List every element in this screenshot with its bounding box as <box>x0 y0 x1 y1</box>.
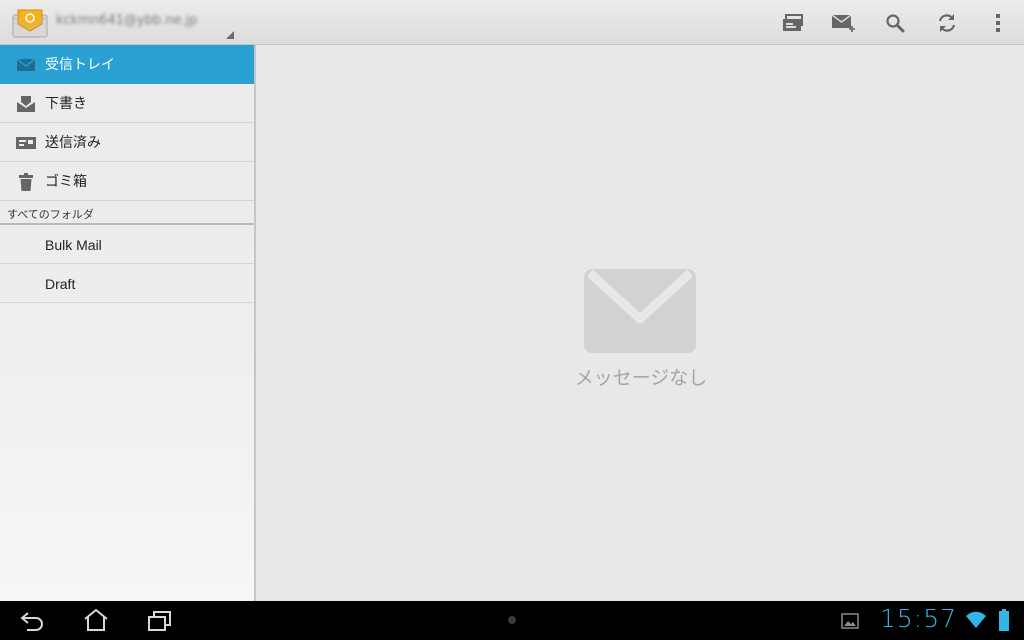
sidebar-item-trash[interactable]: ゴミ箱 <box>0 162 254 201</box>
search-button[interactable] <box>873 0 917 45</box>
image-icon <box>841 613 859 629</box>
trash-icon <box>16 172 36 192</box>
folder-sidebar: 受信トレイ 下書き 送信済み ゴミ箱 すべてのフォルダ Bulk Mail Dr… <box>0 45 256 601</box>
battery-indicator <box>990 606 1018 634</box>
back-icon <box>20 612 43 631</box>
recent-apps-button[interactable] <box>140 607 180 635</box>
battery-icon <box>999 609 1009 631</box>
refresh-button[interactable] <box>925 0 969 45</box>
status-clock: 15:57 <box>880 604 958 633</box>
screenshot-notification[interactable] <box>830 607 870 635</box>
empty-state-text: メッセージなし <box>574 367 708 389</box>
wifi-icon <box>966 611 986 628</box>
sidebar-item-label: 送信済み <box>45 135 101 151</box>
compose-icon <box>831 13 855 32</box>
compose-button[interactable] <box>822 0 866 45</box>
overflow-menu-icon <box>996 13 1000 32</box>
home-icon <box>84 608 108 631</box>
recent-apps-icon <box>148 611 171 631</box>
overflow-menu-button[interactable] <box>976 0 1020 45</box>
inbox-icon <box>16 55 36 75</box>
back-button[interactable] <box>12 607 52 635</box>
sidebar-item-label: ゴミ箱 <box>45 174 87 190</box>
all-folders-header: すべてのフォルダ <box>0 201 254 225</box>
account-dropdown-caret[interactable] <box>226 31 234 39</box>
wifi-indicator <box>962 606 990 634</box>
drafts-icon <box>16 94 36 114</box>
action-bar: kckmn641@ybb.ne.jp <box>0 0 1024 45</box>
folder-item-label: Bulk Mail <box>45 237 102 253</box>
folder-item-label: Draft <box>45 276 76 292</box>
message-list-pane: メッセージなし <box>258 45 1024 601</box>
notification-dot <box>508 616 516 624</box>
sidebar-item-label: 受信トレイ <box>45 57 115 73</box>
home-button[interactable] <box>76 606 116 634</box>
empty-mail-icon <box>584 269 696 353</box>
combined-view-button[interactable] <box>771 0 815 45</box>
folder-item-bulk-mail[interactable]: Bulk Mail <box>0 225 254 264</box>
sent-icon <box>16 133 36 153</box>
sidebar-item-sent[interactable]: 送信済み <box>0 123 254 162</box>
combined-view-icon <box>783 13 803 31</box>
email-app-icon[interactable] <box>12 8 48 38</box>
account-selector[interactable]: kckmn641@ybb.ne.jp <box>56 13 197 28</box>
folder-item-draft[interactable]: Draft <box>0 264 254 303</box>
refresh-icon <box>938 13 956 32</box>
sidebar-item-label: 下書き <box>45 96 87 112</box>
sidebar-item-drafts[interactable]: 下書き <box>0 84 254 123</box>
search-icon <box>886 13 905 32</box>
sidebar-item-inbox[interactable]: 受信トレイ <box>0 45 254 84</box>
